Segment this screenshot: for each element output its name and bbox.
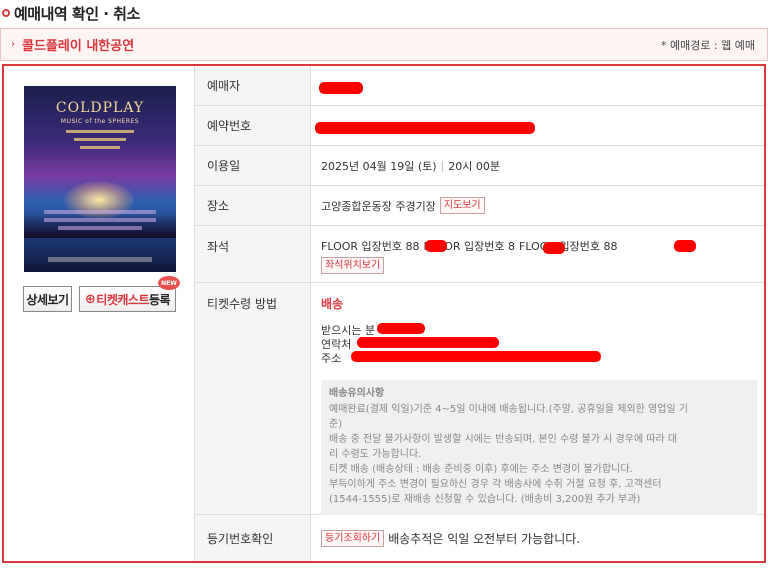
seat-value: FLOOR 입장번호 88 FLOOR 입장번호 8 FLOOR 입장번호 88…: [311, 226, 764, 282]
row-use-date: 이용일 2025년 04월 19일 (토) | 20시 00분: [194, 146, 764, 186]
poster-info-line: [44, 210, 156, 214]
seat-label: 좌석: [194, 226, 311, 282]
registered-mail-label: 등기번호확인: [194, 515, 311, 561]
shipping-method: 배송: [321, 297, 344, 311]
poster-decoration: [80, 146, 120, 149]
performance-poster[interactable]: COLDPLAY MUSIC of the SPHERES: [24, 86, 176, 272]
receipt-method-value: 배송 받으시는 분 연락처 주소 배송유의사항 예매완료(결제 익일)기준 4~…: [311, 283, 764, 515]
view-map-button[interactable]: 지도보기: [439, 197, 485, 214]
use-date-label: 이용일: [194, 146, 311, 185]
row-booker: 예매자: [194, 66, 764, 106]
receipt-method-label: 티켓수령 방법: [194, 283, 311, 514]
register-label: 등록: [149, 292, 171, 307]
poster-decoration: [74, 138, 126, 141]
performance-name: 콜드플레이 내한공연: [22, 39, 135, 54]
page-title-bar: 예매내역 확인 · 취소: [0, 0, 140, 26]
notice-line: (1544-1555)로 재배송 신청할 수 있습니다. (배송비 3,200원…: [329, 494, 641, 505]
venue-value: 고양종합운동장 주경기장 지도보기: [311, 186, 764, 225]
notice-line: 배송 중 전달 불가사항이 발생할 시에는 반송되며, 본인 수령 불가 시 경…: [329, 434, 678, 445]
reservation-number-label: 예약번호: [194, 106, 311, 145]
reservation-detail-box: COLDPLAY MUSIC of the SPHERES 상세보기 ⊕ 티켓캐…: [2, 64, 766, 563]
poster-decoration: [66, 130, 134, 133]
redaction-mark: [425, 240, 447, 252]
seat-item: FLOOR 입장번호 88: [321, 240, 420, 253]
seat-location-button[interactable]: 좌석위치보기: [321, 257, 385, 274]
redaction-mark: [357, 337, 499, 348]
row-seat: 좌석 FLOOR 입장번호 88 FLOOR 입장번호 8 FLOOR 입장번호…: [194, 226, 764, 283]
seat-item: FLOOR 입장번호 88: [519, 240, 618, 253]
venue-label: 장소: [194, 186, 311, 225]
use-time: 20시 00분: [448, 159, 500, 173]
poster-info-line: [58, 226, 142, 230]
notice-line: 리 수령도 가능합니다.: [329, 449, 422, 460]
redaction-mark: [377, 323, 425, 334]
notice-line: 예매완료(결제 익일)기준 4~5일 이내에 배송됩니다.(주말, 공휴일을 제…: [329, 404, 688, 415]
shipping-notice: 배송유의사항 예매완료(결제 익일)기준 4~5일 이내에 배송됩니다.(주말,…: [321, 380, 757, 515]
row-receipt-method: 티켓수령 방법 배송 받으시는 분 연락처 주소 배송유의사항 예매완료(결제 …: [194, 283, 764, 515]
recipient-line: 받으시는 분: [321, 324, 376, 337]
date-time-separator: |: [440, 159, 445, 172]
venue-name: 고양종합운동장 주경기장: [321, 199, 436, 213]
booker-label: 예매자: [194, 66, 311, 105]
redaction-mark: [674, 240, 696, 252]
row-registered-mail: 등기번호확인 등기조회하기 배송추적은 익일 오전부터 가능합니다.: [194, 515, 764, 561]
redaction-mark: [319, 82, 363, 94]
redaction-mark: [351, 351, 601, 362]
poster-info-line: [44, 218, 156, 222]
contact-line: 연락처: [321, 338, 352, 351]
use-date: 2025년 04월 19일 (토): [321, 159, 437, 173]
title-bullet-icon: [2, 9, 10, 17]
redaction-mark: [543, 242, 565, 254]
notice-line: 준): [329, 419, 343, 430]
tracking-info-text: 배송추적은 익일 오전부터 가능합니다.: [388, 531, 581, 546]
new-badge: NEW: [158, 276, 180, 290]
ticketcast-label: 티켓캐스트: [96, 292, 149, 307]
booking-route: * 예매경로 : 웹 예매: [660, 38, 755, 52]
ticketcast-icon: ⊕: [84, 291, 96, 307]
chevron-right-icon: ›: [11, 39, 15, 50]
detail-view-button[interactable]: 상세보기: [23, 286, 72, 312]
poster-title: COLDPLAY: [55, 100, 145, 116]
notice-line: 부득이하게 주소 변경이 필요하신 경우 각 배송사에 수취 거절 요청 후, …: [329, 479, 662, 490]
notice-line: 티켓 배송 (배송상태 : 배송 준비중 이후) 후에는 주소 변경이 불가합니…: [329, 464, 633, 475]
page-title: 예매내역 확인 · 취소: [14, 4, 140, 23]
use-date-value: 2025년 04월 19일 (토) | 20시 00분: [311, 146, 764, 185]
poster-footer: [48, 257, 152, 262]
redaction-mark: [315, 122, 535, 134]
performance-header: › 콜드플레이 내한공연 * 예매경로 : 웹 예매: [0, 28, 768, 61]
registered-mail-lookup-button[interactable]: 등기조회하기: [321, 529, 385, 547]
address-line: 주소: [321, 352, 342, 365]
registered-mail-value: 등기조회하기 배송추적은 익일 오전부터 가능합니다.: [311, 515, 764, 561]
shipping-notice-title: 배송유의사항: [329, 388, 385, 399]
row-reservation-number: 예약번호: [194, 106, 764, 146]
row-venue: 장소 고양종합운동장 주경기장 지도보기: [194, 186, 764, 226]
poster-subtitle: MUSIC of the SPHERES: [60, 118, 140, 125]
booker-value: [311, 66, 764, 105]
reservation-number-value: [311, 106, 764, 145]
ticketcast-register-button[interactable]: ⊕ 티켓캐스트 등록: [79, 286, 176, 312]
